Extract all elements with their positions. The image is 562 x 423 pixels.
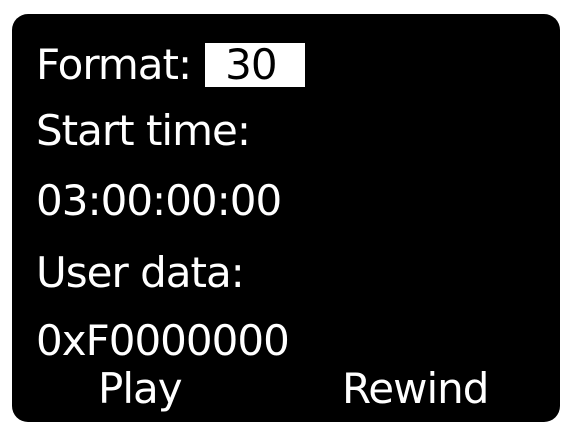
format-row: Format: 30 bbox=[36, 40, 306, 90]
user-data-label: User data: bbox=[36, 248, 245, 297]
play-softkey[interactable]: Play bbox=[98, 364, 183, 414]
rewind-softkey[interactable]: Rewind bbox=[342, 364, 489, 414]
start-time-value: 03:00:00:00 bbox=[36, 176, 282, 225]
user-data-value: 0xF0000000 bbox=[36, 316, 290, 365]
start-time-label: Start time: bbox=[36, 106, 251, 155]
device-screen: Format: 30 Start time: 03:00:00:00 User … bbox=[12, 14, 560, 422]
format-value-field[interactable]: 30 bbox=[205, 43, 306, 87]
format-label: Format: bbox=[36, 40, 192, 89]
